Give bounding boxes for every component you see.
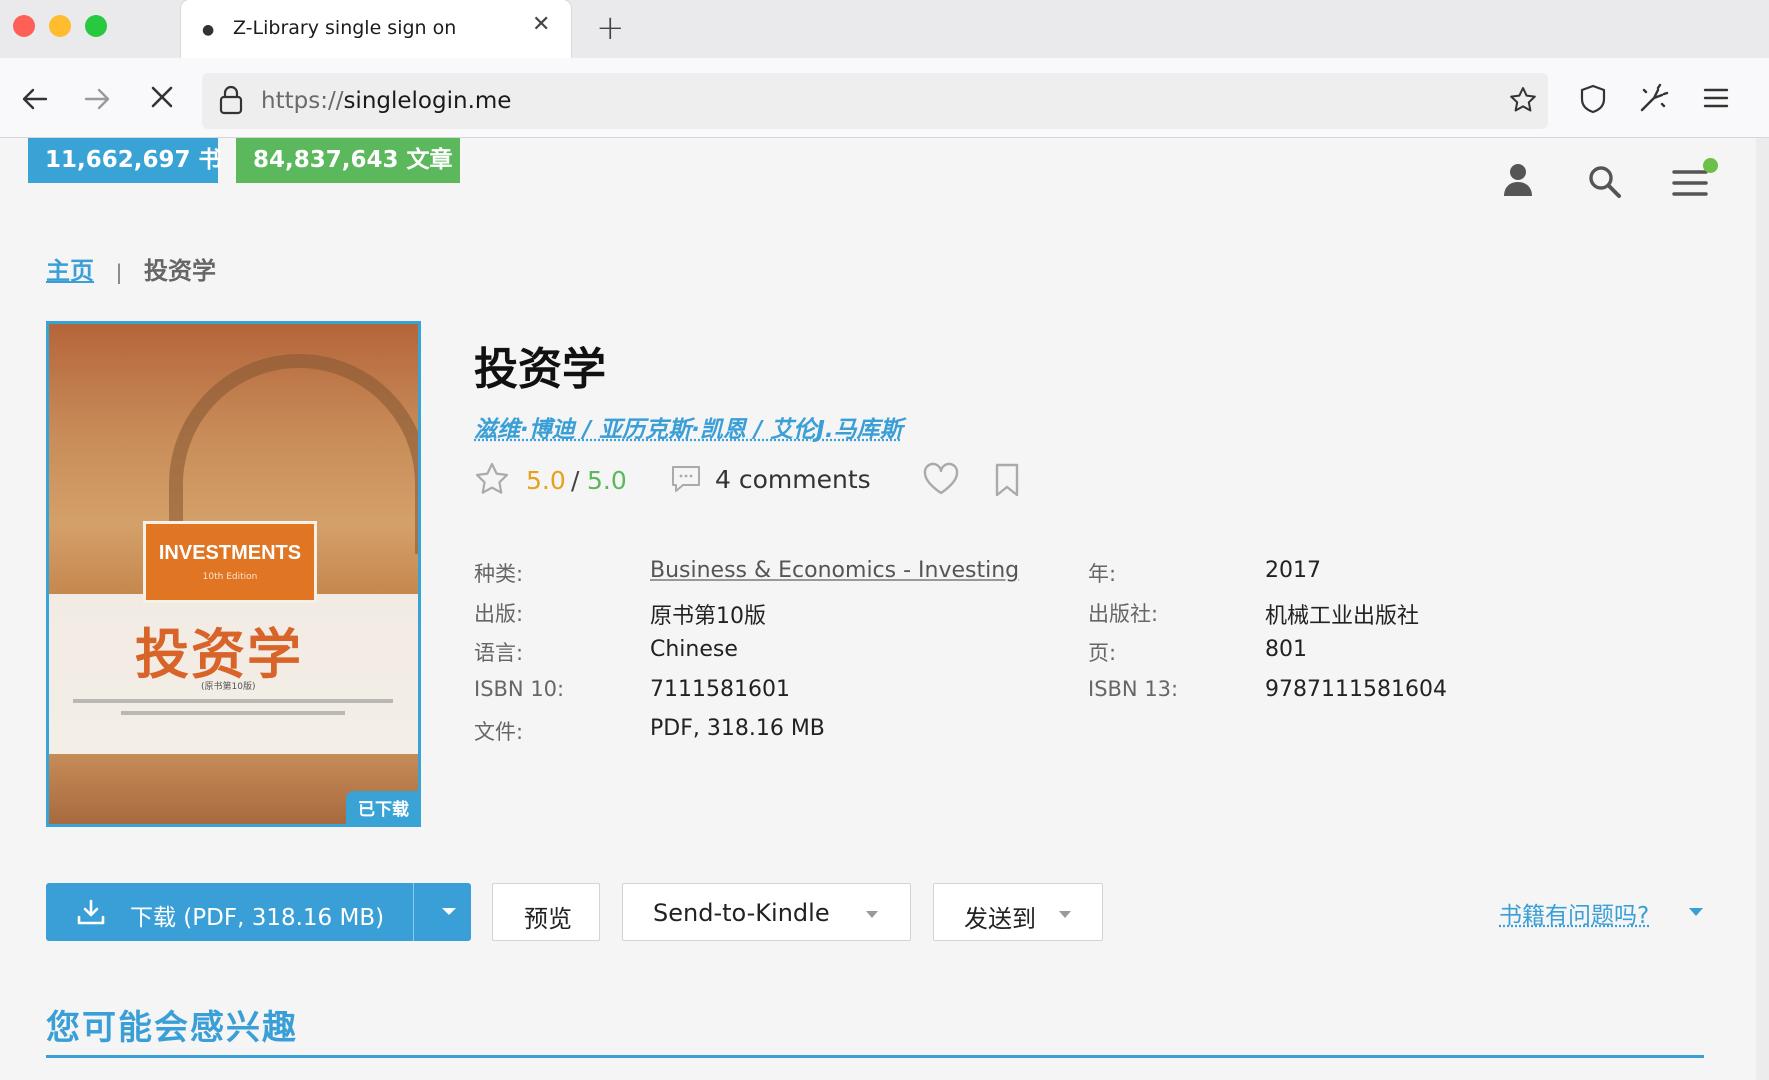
category-label: 种类: <box>474 562 524 586</box>
bookmark-icon[interactable] <box>992 462 1022 502</box>
rating-row: 5.0 / 5.0 4 comments <box>474 456 1034 502</box>
file-value: PDF, 318.16 MB <box>650 716 825 741</box>
book-cover[interactable]: INVESTMENTS 10th Edition 投资学 (原书第10版) 已下… <box>46 321 421 827</box>
section-divider <box>46 1055 1704 1058</box>
category-link[interactable]: Business & Economics - Investing <box>650 558 1019 583</box>
isbn13-value: 9787111581604 <box>1265 677 1447 702</box>
download-icon <box>76 898 106 930</box>
breadcrumb-current: 投资学 <box>144 257 217 285</box>
breadcrumb-separator: | <box>115 260 123 284</box>
edition-value: 原书第10版 <box>650 604 766 629</box>
forward-button[interactable] <box>82 84 112 119</box>
close-window-button[interactable] <box>13 15 35 37</box>
chevron-down-icon <box>442 908 456 915</box>
cover-author-lines <box>73 699 393 739</box>
download-options-dropdown[interactable] <box>426 883 471 941</box>
year-value: 2017 <box>1265 558 1321 583</box>
page-content: 11,662,697 书 84,837,643 文章 主页 | 投资学 INVE… <box>0 138 1756 1080</box>
isbn13-label: ISBN 13: <box>1088 677 1179 701</box>
file-label: 文件: <box>474 720 524 744</box>
publisher-label: 出版社: <box>1088 602 1159 626</box>
comments-link[interactable]: 4 comments <box>715 465 871 494</box>
rating-separator: / <box>571 466 580 495</box>
cover-english-title: INVESTMENTS <box>158 542 302 564</box>
bookmark-star-icon[interactable] <box>1508 85 1538 119</box>
cover-edition-en: 10th Edition <box>202 572 258 582</box>
rating-value: 5.0 <box>526 466 566 495</box>
pages-value: 801 <box>1265 637 1307 662</box>
url-text[interactable]: https://singlelogin.me <box>261 88 511 114</box>
user-icon[interactable] <box>1503 162 1533 202</box>
browser-toolbar: https://singlelogin.me <box>0 58 1769 138</box>
language-value: Chinese <box>650 637 738 662</box>
send-to-kindle-label: Send-to-Kindle <box>653 899 830 927</box>
heart-icon[interactable] <box>922 462 960 500</box>
preview-button[interactable]: 预览 <box>492 883 600 941</box>
send-to-label: 发送到 <box>964 905 1036 933</box>
menu-icon[interactable] <box>1672 168 1708 202</box>
cover-title-box: INVESTMENTS 10th Edition <box>143 521 317 603</box>
language-label: 语言: <box>474 641 524 665</box>
lock-icon[interactable] <box>218 84 244 120</box>
book-authors-link[interactable]: 滋维·博迪 / 亚历克斯·凯恩 / 艾伦J.马库斯 <box>474 410 903 444</box>
loading-dot-icon: ● <box>202 22 215 38</box>
tab-close-icon[interactable]: ✕ <box>532 12 550 37</box>
download-button[interactable]: 下载 (PDF, 318.16 MB) <box>46 883 471 941</box>
year-label: 年: <box>1088 562 1117 586</box>
stop-loading-button[interactable] <box>147 82 177 118</box>
section-heading: 您可能会感兴趣 <box>46 1008 298 1048</box>
breadcrumb: 主页 | 投资学 <box>46 251 216 286</box>
address-bar[interactable]: https://singlelogin.me <box>202 73 1548 129</box>
notification-dot <box>1703 158 1718 173</box>
preview-label: 预览 <box>524 905 572 933</box>
hamburger-menu-icon[interactable] <box>1702 86 1730 114</box>
isbn10-value: 7111581601 <box>650 677 790 702</box>
shield-icon[interactable] <box>1578 83 1608 119</box>
comment-icon[interactable] <box>670 464 702 498</box>
send-to-kindle-button[interactable]: Send-to-Kindle <box>622 883 911 941</box>
pages-label: 页: <box>1088 641 1117 665</box>
search-icon[interactable] <box>1587 164 1623 204</box>
cover-edition-cn: (原书第10版) <box>201 682 256 692</box>
cover-chinese-title: 投资学 <box>135 622 303 686</box>
zoom-window-button[interactable] <box>85 15 107 37</box>
star-icon[interactable] <box>474 462 510 500</box>
browser-tab[interactable]: ● Z-Library single sign on ✕ <box>181 0 571 58</box>
report-issue-link[interactable]: 书籍有问题吗? <box>1499 896 1649 930</box>
minimize-window-button[interactable] <box>49 15 71 37</box>
browser-tab-bar: ● Z-Library single sign on ✕ + <box>0 0 1769 58</box>
back-button[interactable] <box>20 84 50 119</box>
rating-max: 5.0 <box>587 466 627 495</box>
breadcrumb-home-link[interactable]: 主页 <box>46 257 94 285</box>
isbn10-label: ISBN 10: <box>474 677 565 701</box>
new-tab-button[interactable]: + <box>596 8 625 48</box>
tab-title: Z-Library single sign on <box>233 17 457 39</box>
book-title: 投资学 <box>474 344 606 395</box>
scrollbar[interactable] <box>1756 138 1769 1080</box>
extension-icon[interactable] <box>1636 82 1670 120</box>
send-to-button[interactable]: 发送到 <box>933 883 1103 941</box>
books-count-badge[interactable]: 11,662,697 书 <box>28 138 222 183</box>
chevron-down-icon <box>1059 911 1071 918</box>
download-label: 下载 (PDF, 318.16 MB) <box>130 905 385 931</box>
downloaded-badge: 已下载 <box>346 791 418 824</box>
chevron-down-icon <box>866 911 878 918</box>
edition-label: 出版: <box>474 602 524 626</box>
download-divider <box>413 883 414 941</box>
articles-count-badge[interactable]: 84,837,643 文章 <box>236 138 460 183</box>
chevron-down-icon[interactable] <box>1689 908 1703 916</box>
publisher-value: 机械工业出版社 <box>1265 604 1420 629</box>
